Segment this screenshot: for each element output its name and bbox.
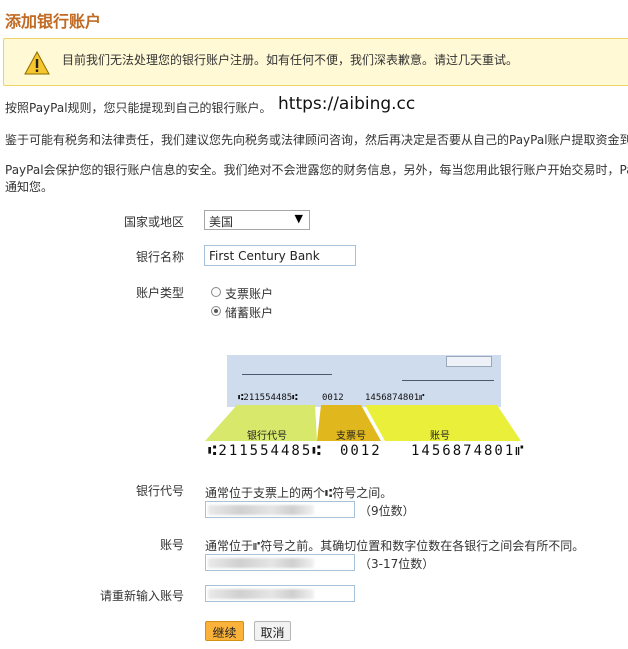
micr-checknum: 0012 — [340, 443, 382, 459]
radio-savings-label: 储蓄账户 — [225, 306, 274, 320]
segment-check-label: 支票号 — [336, 431, 366, 442]
check-micr-checknum: 0012 — [322, 393, 344, 403]
watermark: https://aibing.cc — [278, 94, 416, 114]
segment-routing-label: 银行代号 — [247, 431, 287, 442]
continue-button[interactable]: 继续 — [205, 621, 244, 641]
bank-name-input[interactable]: First Century Bank — [204, 245, 356, 266]
country-value: 美国 — [209, 215, 234, 229]
check-micr-account: 1456874801⑈ — [365, 393, 425, 403]
country-label: 国家或地区 — [123, 215, 184, 229]
account-help: 通常位于⑈符号之前。其确切位置和数字位数在各银行之间会有所不同。 — [205, 539, 585, 553]
routing-label: 银行代号 — [135, 484, 184, 498]
security-text-cont: 通知您。 — [5, 180, 54, 194]
routing-hint: （9位数） — [359, 504, 415, 518]
country-select[interactable]: 美国 ▼ — [204, 210, 310, 230]
micr-account: 1456874801⑈ — [411, 443, 526, 459]
radio-checking[interactable] — [211, 287, 221, 297]
routing-help: 通常位于支票上的两个⑆符号之间。 — [205, 486, 393, 500]
warning-icon — [24, 51, 50, 75]
radio-savings[interactable] — [211, 306, 221, 316]
account-label: 账号 — [159, 538, 184, 552]
micr-routing: ⑆211554485⑆ — [208, 443, 323, 459]
routing-input[interactable] — [205, 501, 355, 518]
page-title: 添加银行账户 — [5, 12, 102, 31]
cancel-button[interactable]: 取消 — [254, 621, 291, 641]
warning-text: 目前我们无法处理您的银行账户注册。如有任何不便，我们深表歉意。请过几天重试。 — [62, 53, 519, 67]
account-input[interactable] — [205, 554, 355, 571]
account-type-label: 账户类型 — [135, 286, 184, 300]
paypal-rule-text: 按照PayPal规则，您只能提现到自己的银行账户。 — [5, 101, 272, 115]
dropdown-arrow-icon: ▼ — [294, 212, 303, 225]
bank-name-label: 银行名称 — [135, 250, 184, 264]
reenter-account-input[interactable] — [205, 585, 355, 602]
account-hint: （3-17位数） — [359, 557, 435, 571]
segment-account-label: 账号 — [430, 431, 450, 442]
security-text: PayPal会保护您的银行账户信息的安全。我们绝对不会泄露您的财务信息，另外，每… — [5, 163, 628, 177]
check-line — [402, 380, 494, 381]
tax-advice-text: 鉴于可能有税务和法律责任，我们建议您先向税务或法律顾问咨询，然后再决定是否要从自… — [5, 133, 628, 147]
check-micr-routing: ⑆211554485⑆ — [238, 393, 298, 403]
check-amount-box — [446, 356, 492, 367]
check-line — [242, 374, 332, 375]
radio-checking-label: 支票账户 — [225, 287, 274, 301]
reenter-label: 请重新输入账号 — [99, 589, 184, 603]
